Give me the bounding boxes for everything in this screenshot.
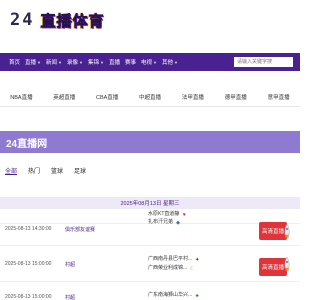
rocket-icon [284, 257, 290, 272]
caret-down-icon: ▼ [37, 59, 41, 65]
nav-label: 直播 [25, 60, 37, 66]
nav-item-news[interactable]: 新闻 ▼ [46, 58, 62, 67]
league-link-csl[interactable]: 中超直播 [129, 93, 172, 101]
logo-char-2: 播 [56, 11, 73, 30]
nav-label: 录像 [66, 60, 78, 66]
match-teams: 广西南丹县巴平村... ✦ 广西荣业利成锦... ☾ [148, 255, 200, 273]
caret-down-icon: ▼ [99, 59, 104, 65]
nav-item-tv[interactable]: 电视 ▼ [140, 58, 157, 67]
match-league[interactable]: 村超 [65, 294, 75, 300]
nav-item-highlights[interactable]: 集锦 ▼ [87, 58, 104, 67]
nav-label: 赛事 [124, 60, 136, 66]
team-line: 广东南海狮山华兴... ♣ [148, 291, 200, 300]
header-logo-bar: 2 4 直播体育 [0, 0, 300, 53]
match-time: 2025-08-13 15:00:00 [5, 261, 52, 267]
match-row: 2025-08-13 15:00:00 村超 广西南丹县巴平村... ✦ 广西荣… [0, 248, 300, 282]
team-crest-icon: ◆ [176, 219, 180, 226]
site-logo[interactable]: 2 4 直播体育 [10, 6, 105, 34]
league-link-premier-league[interactable]: 英超直播 [43, 93, 86, 101]
rocket-icon [284, 224, 290, 239]
match-row: 2025-08-13 14:30:00 俱乐部友谊赛 扎布汗兄弟 ◆ 高清直播 [0, 216, 300, 246]
nav-item-live[interactable]: 直播 ▼ [25, 58, 41, 67]
nav-label: 其他 [161, 60, 173, 66]
nav-item-home[interactable]: 首页 [9, 58, 20, 66]
date-header: 2025年08月13日 星期三 [0, 197, 300, 209]
nav-item-replay[interactable]: 录像 ▼ [66, 58, 83, 67]
match-teams: 扎布汗兄弟 ◆ [148, 218, 181, 227]
sport-filter-tabs: 全部 热门 篮球 足球 [0, 163, 300, 177]
tab-hot[interactable]: 热门 [28, 166, 40, 175]
nav-label: 电视 [140, 60, 152, 66]
match-row: 2025-08-13 15:00:00 村超 广东南海狮山华兴... ♣ [0, 284, 300, 300]
nav-label: 直播 [108, 60, 120, 66]
league-link-ligue1[interactable]: 法甲直播 [171, 93, 214, 101]
logo-char-1: 直 [40, 11, 57, 30]
league-link-bundesliga[interactable]: 德甲直播 [214, 93, 257, 101]
team-name: 广西南丹县巴平村... [148, 256, 193, 262]
match-league[interactable]: 村超 [65, 261, 75, 268]
match-teams: 广东南海狮山华兴... ♣ [148, 291, 200, 300]
team-crest-icon: ☾ [189, 265, 195, 272]
tab-basketball[interactable]: 篮球 [51, 166, 63, 175]
logo-char-3: 体 [72, 11, 89, 30]
league-quick-links: NBA直播 英超直播 CBA直播 中超直播 法甲直播 德甲直播 意甲直播 [0, 87, 300, 107]
team-line: 广西荣业利成锦... ☾ [148, 264, 200, 273]
tab-football[interactable]: 足球 [74, 166, 86, 175]
nav-label: 新闻 [46, 60, 58, 66]
match-time: 2025-08-13 15:00:00 [5, 294, 52, 300]
logo-char-4: 育 [88, 11, 105, 30]
nav-item-live-2[interactable]: 直播 [109, 58, 120, 66]
team-name: 广东南海狮山华兴... [148, 292, 193, 298]
caret-down-icon: ▼ [58, 59, 62, 65]
match-league[interactable]: 俱乐部友谊赛 [65, 226, 95, 233]
caret-down-icon: ▼ [79, 59, 83, 65]
banner-title: 24直播网 [6, 138, 48, 150]
team-name: 广西荣业利成锦... [148, 265, 188, 271]
team-line: 扎布汗兄弟 ◆ [148, 218, 181, 227]
logo-wordmark: 直播体育 [40, 10, 105, 31]
team-name: 扎布汗兄弟 [148, 219, 174, 225]
tab-all[interactable]: 全部 [5, 166, 17, 175]
logo-number-4: 4 [22, 10, 33, 30]
league-link-serie-a[interactable]: 意甲直播 [257, 93, 300, 101]
nav-item-other[interactable]: 其他 ▼ [161, 58, 178, 67]
league-link-cba[interactable]: CBA直播 [86, 93, 129, 101]
nav-label: 首页 [9, 60, 21, 66]
match-time: 2025-08-13 14:30:00 [5, 226, 52, 232]
nav-label: 集锦 [87, 60, 99, 66]
search-input[interactable] [234, 57, 293, 67]
caret-down-icon: ▼ [173, 59, 178, 65]
main-nav: 首页 直播 ▼ 新闻 ▼ 录像 ▼ 集锦 ▼ 直播 赛事 电视 ▼ 其他 ▼ [0, 53, 300, 71]
team-line: 广西南丹县巴平村... ✦ [148, 255, 200, 264]
team-crest-icon: ✦ [195, 256, 200, 263]
league-link-nba[interactable]: NBA直播 [0, 93, 43, 101]
nav-item-events[interactable]: 赛事 [125, 58, 136, 66]
caret-down-icon: ▼ [153, 59, 157, 65]
logo-number-2: 2 [10, 10, 21, 30]
team-crest-icon: ♣ [195, 292, 199, 299]
section-banner: 24直播网 [0, 131, 300, 153]
